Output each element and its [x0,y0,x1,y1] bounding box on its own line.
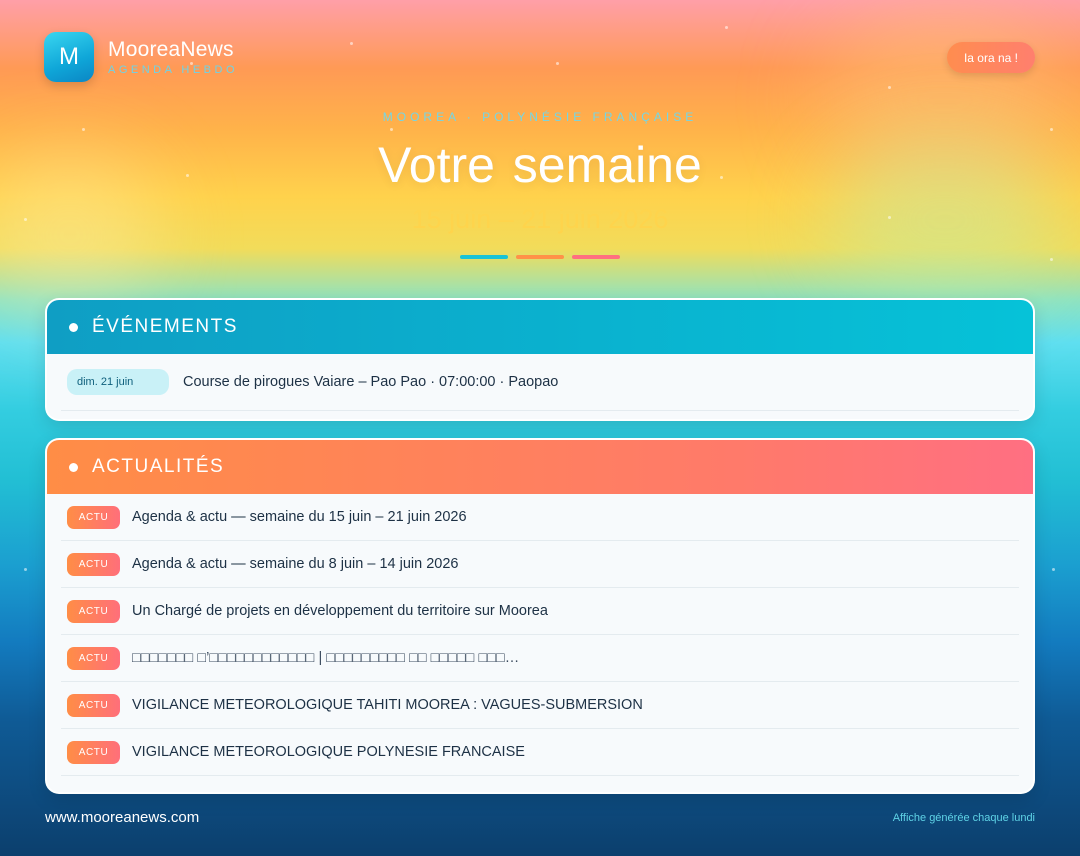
event-text: Course de pirogues Vaiare – Pao Pao · 07… [183,374,559,390]
event-date: dim. 21 juin [67,369,169,395]
news-badge: ACTU [67,693,120,717]
event-row[interactable]: dim. 21 juin Course de pirogues Vaiare –… [61,354,1019,411]
news-card: ACTUALITÉS ACTU Agenda & actu — semaine … [45,438,1035,794]
brand-tagline: AGENDA HEBDO [108,64,239,76]
accent-bars [0,255,1080,259]
news-item[interactable]: ACTU VIGILANCE METEOROLOGIQUE POLYNESIE … [61,729,1019,776]
logo-icon: M [44,32,94,82]
news-badge: ACTU [67,505,120,529]
greeting-badge: Ia ora na ! [946,42,1035,73]
events-title: ÉVÉNEMENTS [92,316,238,337]
hero-kicker: MOOREA · POLYNÉSIE FRANÇAISE [382,110,698,124]
logo-letter: M [59,43,79,70]
footer-note: Affiche générée chaque lundi [892,812,1035,824]
website-link[interactable]: www.mooreanews.com [45,809,199,826]
bullet-icon [69,322,78,332]
news-item-title: Un Chargé de projets en développement du… [132,603,548,619]
accent-bar-teal [460,255,508,259]
bullet-icon [69,462,78,472]
news-item[interactable]: ACTU Un Chargé de projets en développeme… [61,588,1019,635]
news-title: ACTUALITÉS [92,456,225,477]
news-badge: ACTU [67,552,120,576]
accent-bar-orange [516,255,564,259]
news-item-title: □□□□□□□ □’□□□□□□□□□□□□ | □□□□□□□□□ □□ □□… [132,650,520,666]
news-item-title: VIGILANCE METEOROLOGIQUE POLYNESIE FRANC… [132,744,525,760]
news-item-title: Agenda & actu — semaine du 15 juin – 21 … [132,509,467,525]
events-card: ÉVÉNEMENTS dim. 21 juin Course de pirogu… [45,298,1035,421]
news-header: ACTUALITÉS [47,440,1033,494]
news-item[interactable]: ACTU Agenda & actu — semaine du 8 juin –… [61,541,1019,588]
events-header: ÉVÉNEMENTS [47,300,1033,354]
news-item[interactable]: ACTU VIGILANCE METEOROLOGIQUE TAHITI MOO… [61,682,1019,729]
brand-name: MooreaNews [108,38,234,61]
week-range: 15 juin – 21 juin 2026 [411,204,669,234]
news-item[interactable]: ACTU Agenda & actu — semaine du 15 juin … [61,494,1019,541]
news-badge: ACTU [67,646,120,670]
accent-bar-pink [572,255,620,259]
news-item-title: VIGILANCE METEOROLOGIQUE TAHITI MOOREA :… [132,697,643,713]
brand[interactable]: M MooreaNews AGENDA HEBDO [44,32,238,82]
news-badge: ACTU [67,599,120,623]
news-badge: ACTU [67,740,120,764]
page-title: Votre semaine [378,137,702,193]
news-item-title: Agenda & actu — semaine du 8 juin – 14 j… [132,556,459,572]
news-item[interactable]: ACTU □□□□□□□ □’□□□□□□□□□□□□ | □□□□□□□□□ … [61,635,1019,682]
hero: MOOREA · POLYNÉSIE FRANÇAISE Votre semai… [0,110,1080,259]
brand-text: MooreaNews AGENDA HEBDO [108,38,238,76]
